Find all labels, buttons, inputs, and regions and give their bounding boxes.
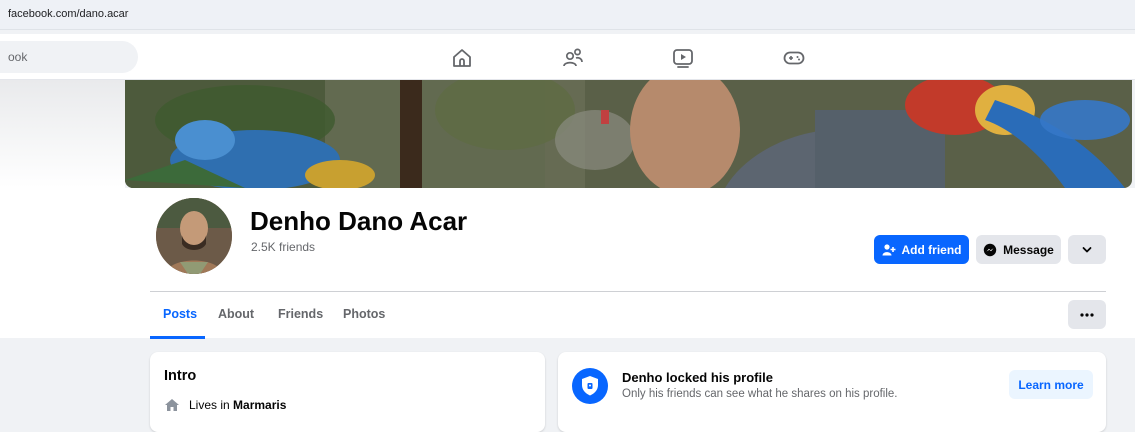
profile-name: Denho Dano Acar: [250, 206, 468, 236]
url-text: facebook.com/dano.acar: [8, 8, 129, 20]
add-friend-button[interactable]: Add friend: [874, 235, 969, 264]
browser-address-bar[interactable]: facebook.com/dano.acar: [0, 0, 1135, 30]
message-button[interactable]: Message: [976, 235, 1061, 264]
more-horizontal-icon: [1080, 312, 1094, 317]
lives-in-place[interactable]: Marmaris: [233, 398, 286, 412]
message-label: Message: [1003, 242, 1054, 257]
locked-profile-title: Denho locked his profile: [622, 370, 773, 385]
intro-title: Intro: [164, 368, 197, 384]
add-friend-label: Add friend: [901, 242, 962, 257]
locked-profile-subtitle: Only his friends can see what he shares …: [622, 388, 898, 400]
gaming-icon[interactable]: [782, 46, 806, 70]
left-side-panel: [0, 80, 125, 188]
chevron-down-icon: [1082, 246, 1092, 252]
top-navigation: ook: [0, 34, 1135, 80]
avatar-image: [156, 198, 232, 274]
friends-count[interactable]: 2.5K friends: [251, 240, 315, 254]
tabs-more-button[interactable]: [1068, 300, 1106, 329]
tab-about[interactable]: About: [218, 307, 254, 321]
lives-in-row: Lives in Marmaris: [164, 398, 286, 412]
search-placeholder: ook: [8, 50, 28, 64]
lives-in-prefix: Lives in: [189, 398, 234, 412]
lives-in-text: Lives in Marmaris: [189, 398, 286, 412]
header-divider: [150, 291, 1106, 292]
home-icon: [165, 399, 179, 411]
shield-lock-icon: [572, 368, 608, 404]
video-icon[interactable]: [671, 46, 695, 70]
tab-friends[interactable]: Friends: [278, 307, 323, 321]
cover-photo[interactable]: [125, 80, 1132, 188]
cover-photo-image: [125, 80, 1132, 188]
tab-photos[interactable]: Photos: [343, 307, 385, 321]
friends-icon[interactable]: [561, 46, 585, 70]
tab-posts[interactable]: Posts: [163, 307, 197, 321]
more-options-button[interactable]: [1068, 235, 1106, 264]
profile-avatar[interactable]: [153, 195, 235, 277]
add-friend-icon: [882, 243, 895, 255]
active-tab-indicator: [150, 336, 205, 339]
search-input[interactable]: ook: [0, 41, 138, 73]
home-icon[interactable]: [450, 46, 474, 70]
learn-more-button[interactable]: Learn more: [1009, 370, 1093, 399]
locked-profile-card: Denho locked his profile Only his friend…: [558, 352, 1106, 432]
messenger-icon: [983, 243, 997, 256]
intro-card: Intro Lives in Marmaris: [150, 352, 545, 432]
